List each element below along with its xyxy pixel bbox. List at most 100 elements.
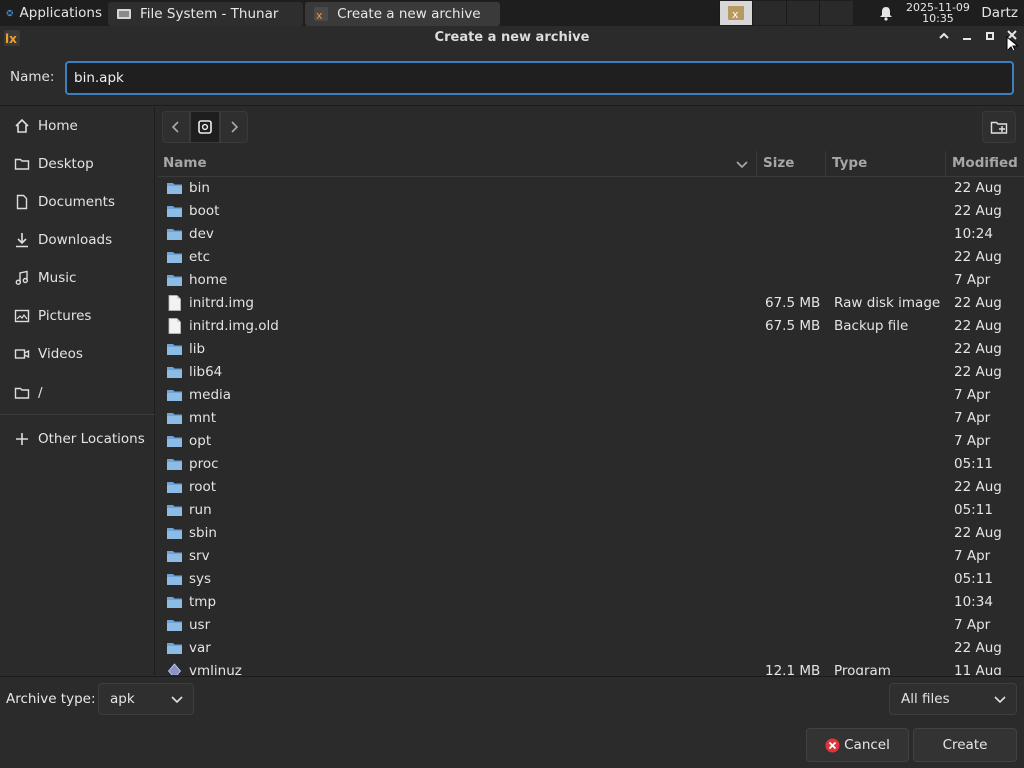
sort-chevron-down-icon[interactable] xyxy=(736,161,748,169)
chevron-down-icon xyxy=(171,696,183,704)
file-modified: 7 Apr xyxy=(954,617,991,633)
file-row[interactable]: lib 22 Aug xyxy=(158,338,1024,361)
archiver-icon: x xyxy=(728,6,745,21)
file-name: opt xyxy=(189,433,212,449)
back-button[interactable] xyxy=(162,111,190,143)
sidebar-item-other-locations[interactable]: Other Locations xyxy=(0,422,155,456)
column-separator[interactable] xyxy=(945,151,946,177)
file-row[interactable]: boot 22 Aug xyxy=(158,200,1024,223)
sidebar-item-videos[interactable]: Videos xyxy=(0,337,155,371)
file-row[interactable]: srv 7 Apr xyxy=(158,545,1024,568)
file-row[interactable]: proc 05:11 xyxy=(158,453,1024,476)
workspace-4[interactable] xyxy=(819,1,853,25)
column-separator[interactable] xyxy=(825,151,826,177)
sidebar-item-root[interactable]: / xyxy=(0,376,155,410)
folder-icon xyxy=(166,203,183,219)
file-name: boot xyxy=(189,203,220,219)
file-row[interactable]: etc 22 Aug xyxy=(158,246,1024,269)
file-filter-select[interactable]: All files xyxy=(889,683,1017,715)
clock[interactable]: 2025-11-09 10:35 xyxy=(903,2,974,24)
clock-time: 10:35 xyxy=(922,12,954,25)
folder-icon xyxy=(166,410,183,426)
file-row[interactable]: root 22 Aug xyxy=(158,476,1024,499)
sidebar-item-music[interactable]: Music xyxy=(0,261,155,295)
file-row[interactable]: home 7 Apr xyxy=(158,269,1024,292)
file-row[interactable]: usr 7 Apr xyxy=(158,614,1024,637)
column-size-header[interactable]: Size xyxy=(763,155,794,171)
workspace-1[interactable]: x xyxy=(718,1,753,25)
sidebar-item-label: Downloads xyxy=(38,232,113,248)
file-row[interactable]: initrd.img.old 67.5 MB Backup file 22 Aug xyxy=(158,315,1024,338)
archive-name-input[interactable] xyxy=(65,61,1014,95)
file-modified: 7 Apr xyxy=(954,272,991,288)
file-row[interactable]: media 7 Apr xyxy=(158,384,1024,407)
file-modified: 22 Aug xyxy=(954,341,1002,357)
file-filter-value: All files xyxy=(901,691,950,707)
file-name: proc xyxy=(189,456,219,472)
archiver-icon: x xyxy=(314,6,329,22)
file-modified: 05:11 xyxy=(954,456,993,472)
workspace-2[interactable] xyxy=(752,1,786,25)
music-icon xyxy=(15,270,29,285)
file-modified: 7 Apr xyxy=(954,410,991,426)
notifications-button[interactable] xyxy=(869,0,903,26)
folder-icon xyxy=(166,387,183,403)
file-row[interactable]: sys 05:11 xyxy=(158,568,1024,591)
sidebar-item-home[interactable]: Home xyxy=(0,109,155,143)
file-name: lib64 xyxy=(189,364,223,380)
sidebar-item-documents[interactable]: Documents xyxy=(0,185,155,219)
sidebar-item-desktop[interactable]: Desktop xyxy=(0,147,155,181)
task-create-archive[interactable]: x Create a new archive xyxy=(305,1,501,26)
workspace-3[interactable] xyxy=(785,1,820,25)
file-modified: 22 Aug xyxy=(954,180,1002,196)
program-icon xyxy=(166,663,183,675)
column-modified-header[interactable]: Modified xyxy=(952,155,1018,171)
file-modified: 22 Aug xyxy=(954,295,1002,311)
file-row[interactable]: dev 10:24 xyxy=(158,223,1024,246)
folder-icon xyxy=(166,226,183,242)
document-icon xyxy=(16,194,28,210)
file-row[interactable]: vmlinuz 12.1 MB Program 11 Aug xyxy=(158,660,1024,675)
top-panel: Applications File System - Thunar x Crea… xyxy=(0,0,1024,26)
sidebar-item-label: Desktop xyxy=(38,156,94,172)
file-modified: 7 Apr xyxy=(954,548,991,564)
folder-icon xyxy=(166,525,183,541)
roll-up-button[interactable] xyxy=(935,29,953,47)
new-folder-button[interactable] xyxy=(982,111,1016,143)
forward-button[interactable] xyxy=(220,111,248,143)
minimize-button[interactable] xyxy=(958,29,976,47)
archive-type-select[interactable]: apk xyxy=(98,683,194,715)
file-row[interactable]: opt 7 Apr xyxy=(158,430,1024,453)
file-size: 67.5 MB xyxy=(765,295,821,311)
column-type-header[interactable]: Type xyxy=(832,155,867,171)
file-row[interactable]: bin 22 Aug xyxy=(158,177,1024,200)
file-size: 12.1 MB xyxy=(765,663,821,675)
file-row[interactable]: lib64 22 Aug xyxy=(158,361,1024,384)
file-list: bin 22 Aug boot 22 Aug dev 10:24 etc 22 Aug home… xyxy=(158,177,1024,675)
file-modified: 05:11 xyxy=(954,502,993,518)
file-name: bin xyxy=(189,180,210,196)
column-separator[interactable] xyxy=(756,151,757,177)
maximize-button[interactable] xyxy=(981,29,999,47)
file-row[interactable]: sbin 22 Aug xyxy=(158,522,1024,545)
applications-menu[interactable]: Applications xyxy=(0,0,108,26)
cancel-button[interactable]: Cancel xyxy=(806,728,909,762)
sidebar-item-pictures[interactable]: Pictures xyxy=(0,299,155,333)
chevron-right-icon xyxy=(231,121,239,133)
create-button[interactable]: Create xyxy=(913,728,1017,762)
task-thunar[interactable]: File System - Thunar xyxy=(108,1,304,26)
task-label: File System - Thunar xyxy=(140,5,279,22)
file-row[interactable]: run 05:11 xyxy=(158,499,1024,522)
sidebar-item-downloads[interactable]: Downloads xyxy=(0,223,155,257)
column-name-header[interactable]: Name xyxy=(163,155,207,171)
path-root-button[interactable] xyxy=(190,111,220,143)
file-modified: 11 Aug xyxy=(954,663,1002,675)
file-row[interactable]: initrd.img 67.5 MB Raw disk image 22 Aug xyxy=(158,292,1024,315)
file-row[interactable]: tmp 10:34 xyxy=(158,591,1024,614)
file-row[interactable]: mnt 7 Apr xyxy=(158,407,1024,430)
dialog-titlebar[interactable]: lx Create a new archive xyxy=(0,26,1024,54)
file-row[interactable]: var 22 Aug xyxy=(158,637,1024,660)
file-modified: 22 Aug xyxy=(954,479,1002,495)
user-menu[interactable]: Dartz xyxy=(973,0,1024,26)
file-modified: 22 Aug xyxy=(954,203,1002,219)
